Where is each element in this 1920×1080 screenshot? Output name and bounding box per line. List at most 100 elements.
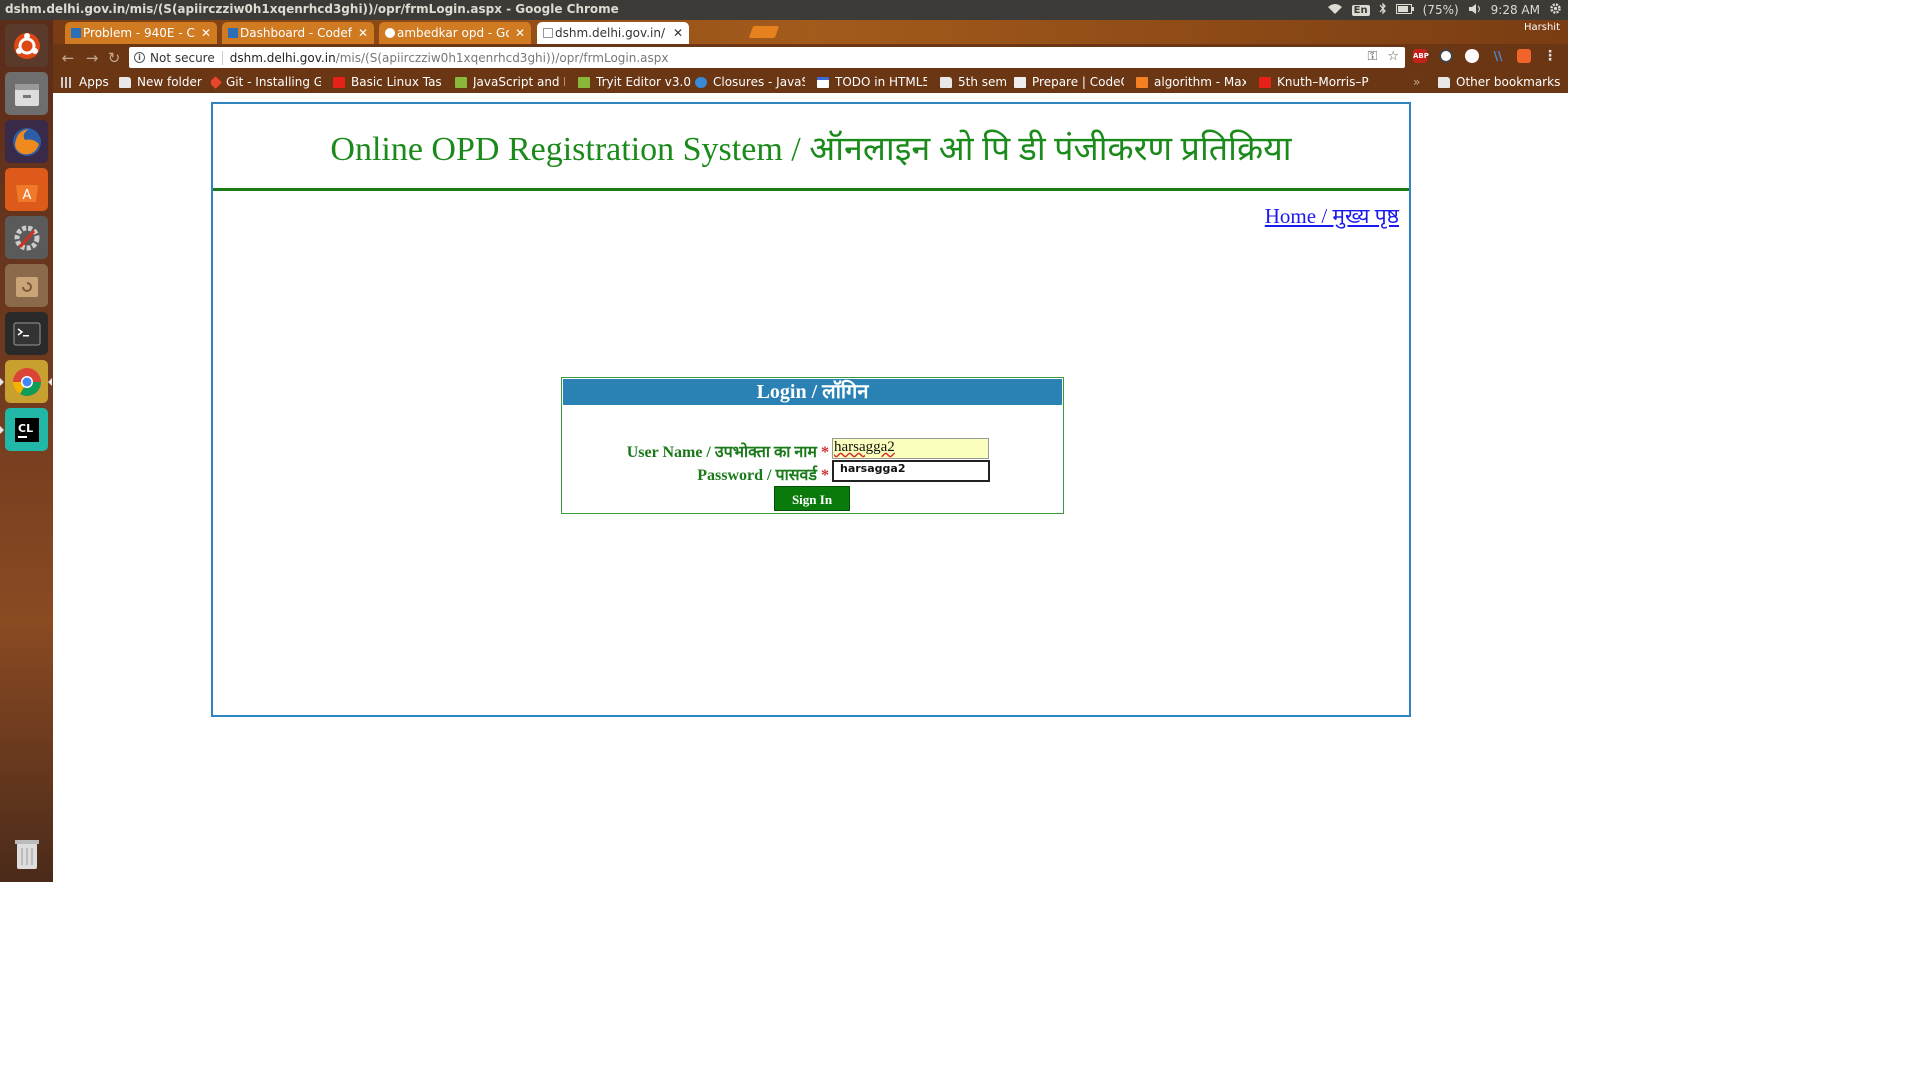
- svg-text:CL: CL: [18, 422, 33, 435]
- bookmark-tryit[interactable]: Tryit Editor v3.0: [578, 74, 691, 90]
- google-icon: [385, 28, 395, 38]
- sign-in-button[interactable]: Sign In: [774, 486, 850, 511]
- new-tab-button[interactable]: [748, 26, 780, 38]
- bookmark-basic-linux[interactable]: Basic Linux Task: [333, 74, 441, 90]
- back-arrow-icon[interactable]: ←: [59, 49, 77, 67]
- security-status[interactable]: Not secure: [150, 51, 215, 65]
- launcher: A CL: [0, 20, 53, 882]
- login-header: Login / लॉगिन: [563, 379, 1062, 405]
- home-link[interactable]: Home / मुख्य पृष्ठ: [1265, 202, 1399, 230]
- tab-close-icon[interactable]: ✕: [673, 26, 683, 40]
- password-input[interactable]: harsagga2: [832, 460, 990, 482]
- stackoverflow-icon: [1136, 76, 1148, 88]
- page-header: Online OPD Registration System / ऑनलाइन …: [213, 104, 1409, 191]
- tab-label: Dashboard - Codef: [240, 26, 352, 40]
- files-icon[interactable]: [5, 72, 48, 115]
- tab-strip: Problem - 940E - Co ✕ Dashboard - Codef …: [53, 20, 1568, 44]
- block-extension-icon[interactable]: [1439, 49, 1453, 63]
- running-indicator: [0, 378, 4, 386]
- trash-icon[interactable]: [5, 832, 48, 875]
- chrome-icon[interactable]: [5, 360, 48, 403]
- address-bar[interactable]: i Not secure dshm.delhi.gov.in/mis/(S(ap…: [129, 47, 1405, 68]
- system-tray: En (75%) 9:28 AM: [1327, 1, 1562, 19]
- mdn-icon: [695, 76, 707, 88]
- codeforces-icon: [71, 28, 81, 38]
- clock-extension-icon[interactable]: [1465, 49, 1479, 63]
- bookmark-new-folder[interactable]: New folder: [119, 74, 202, 90]
- required-mark: *: [821, 467, 829, 484]
- password-label: Password / पासवर्ड *: [697, 467, 829, 484]
- bookmark-codechef[interactable]: Prepare | CodeC: [1014, 74, 1124, 90]
- window-title: dshm.delhi.gov.in/mis/(S(apiirczziw0h1xq…: [5, 2, 619, 16]
- bookmark-apps[interactable]: Apps: [61, 74, 109, 90]
- username-label: User Name / उपभोक्ता का नाम *: [626, 444, 829, 461]
- page-icon: [543, 28, 553, 38]
- tab-codeforces-problem[interactable]: Problem - 940E - Co ✕: [65, 22, 217, 44]
- settings-gear-icon[interactable]: [1549, 2, 1562, 18]
- bookmark-javascript[interactable]: JavaScript and H: [455, 74, 565, 90]
- keyboard-indicator[interactable]: En: [1351, 4, 1370, 16]
- svg-text:A: A: [22, 188, 31, 203]
- system-settings-icon[interactable]: [5, 216, 48, 259]
- page-frame: Online OPD Registration System / ऑनलाइन …: [211, 102, 1411, 717]
- bookmark-todo[interactable]: TODO in HTML5: [817, 74, 927, 90]
- tab-close-icon[interactable]: ✕: [515, 26, 525, 40]
- url-host: dshm.delhi.gov.in: [229, 50, 336, 65]
- battery-icon[interactable]: [1395, 3, 1414, 17]
- reload-icon[interactable]: ↻: [105, 49, 123, 67]
- info-icon[interactable]: i: [134, 52, 145, 63]
- extension-icon[interactable]: [1517, 49, 1531, 63]
- bluetooth-icon[interactable]: [1379, 2, 1387, 18]
- archive-manager-icon[interactable]: [5, 264, 48, 307]
- volume-icon[interactable]: [1468, 3, 1482, 18]
- page-icon: [817, 76, 829, 88]
- bookmark-closures[interactable]: Closures - JavaS: [695, 74, 805, 90]
- ubuntu-dash-icon[interactable]: [5, 24, 48, 67]
- codeforces-icon: [228, 28, 238, 38]
- bookmark-kmp[interactable]: Knuth–Morris–P: [1259, 74, 1369, 90]
- tab-close-icon[interactable]: ✕: [201, 26, 211, 40]
- clock[interactable]: 9:28 AM: [1491, 3, 1540, 17]
- bookmarks-overflow-chevron[interactable]: »: [1413, 74, 1420, 90]
- firefox-icon[interactable]: [5, 120, 48, 163]
- terminal-icon[interactable]: [5, 312, 48, 355]
- codechef-icon: [1014, 76, 1026, 88]
- browser-toolbar: ← → ↻ i Not secure dshm.delhi.gov.in/mis…: [53, 44, 1568, 71]
- folder-icon: [1438, 76, 1450, 88]
- folder-icon: [940, 76, 952, 88]
- key-icon[interactable]: ⚿: [1367, 49, 1377, 64]
- battery-percent: (75%): [1422, 3, 1459, 17]
- chrome-menu-icon[interactable]: ⋮: [1543, 49, 1557, 63]
- divider: [221, 50, 223, 65]
- software-center-icon[interactable]: A: [5, 168, 48, 211]
- youtube-icon: [1259, 76, 1271, 88]
- tab-label: dshm.delhi.gov.in/: [555, 26, 665, 40]
- tab-codeforces-dashboard[interactable]: Dashboard - Codef ✕: [222, 22, 374, 44]
- bookmark-git[interactable]: Git - Installing Gi: [211, 74, 321, 90]
- w3schools-icon: [455, 76, 467, 88]
- page-title: Online OPD Registration System / ऑनलाइन …: [330, 131, 1292, 168]
- username-input[interactable]: harsagga2: [832, 438, 989, 459]
- tab-label: ambedkar opd - Go: [397, 26, 509, 40]
- bookmark-5th-sem[interactable]: 5th sem: [940, 74, 1007, 90]
- tab-dshm-active[interactable]: dshm.delhi.gov.in/ ✕: [537, 22, 689, 44]
- adblock-plus-icon[interactable]: ABP: [1413, 49, 1429, 63]
- tab-google-search[interactable]: ambedkar opd - Go ✕: [379, 22, 531, 44]
- top-panel: dshm.delhi.gov.in/mis/(S(apiirczziw0h1xq…: [0, 0, 1568, 20]
- tab-label: Problem - 940E - Co: [83, 26, 195, 40]
- wifi-icon[interactable]: [1327, 3, 1343, 18]
- bookmark-star-icon[interactable]: ☆: [1387, 49, 1399, 64]
- bookmark-other[interactable]: Other bookmarks: [1438, 74, 1560, 90]
- clion-icon[interactable]: CL: [5, 408, 48, 451]
- w3schools-icon: [578, 76, 590, 88]
- required-mark: *: [821, 444, 829, 461]
- wappalyzer-icon[interactable]: \\: [1491, 49, 1505, 63]
- youtube-icon: [333, 76, 345, 88]
- tab-close-icon[interactable]: ✕: [358, 26, 368, 40]
- url-path: /mis/(S(apiirczziw0h1xqenrhcd3ghi))/opr/…: [335, 50, 669, 65]
- bookmark-algorithm[interactable]: algorithm - Maxi: [1136, 74, 1246, 90]
- page-viewport: Online OPD Registration System / ऑनलाइन …: [53, 93, 1568, 882]
- active-app-indicator: [48, 378, 52, 386]
- apps-grid-icon: [61, 76, 73, 88]
- forward-arrow-icon[interactable]: →: [83, 49, 101, 67]
